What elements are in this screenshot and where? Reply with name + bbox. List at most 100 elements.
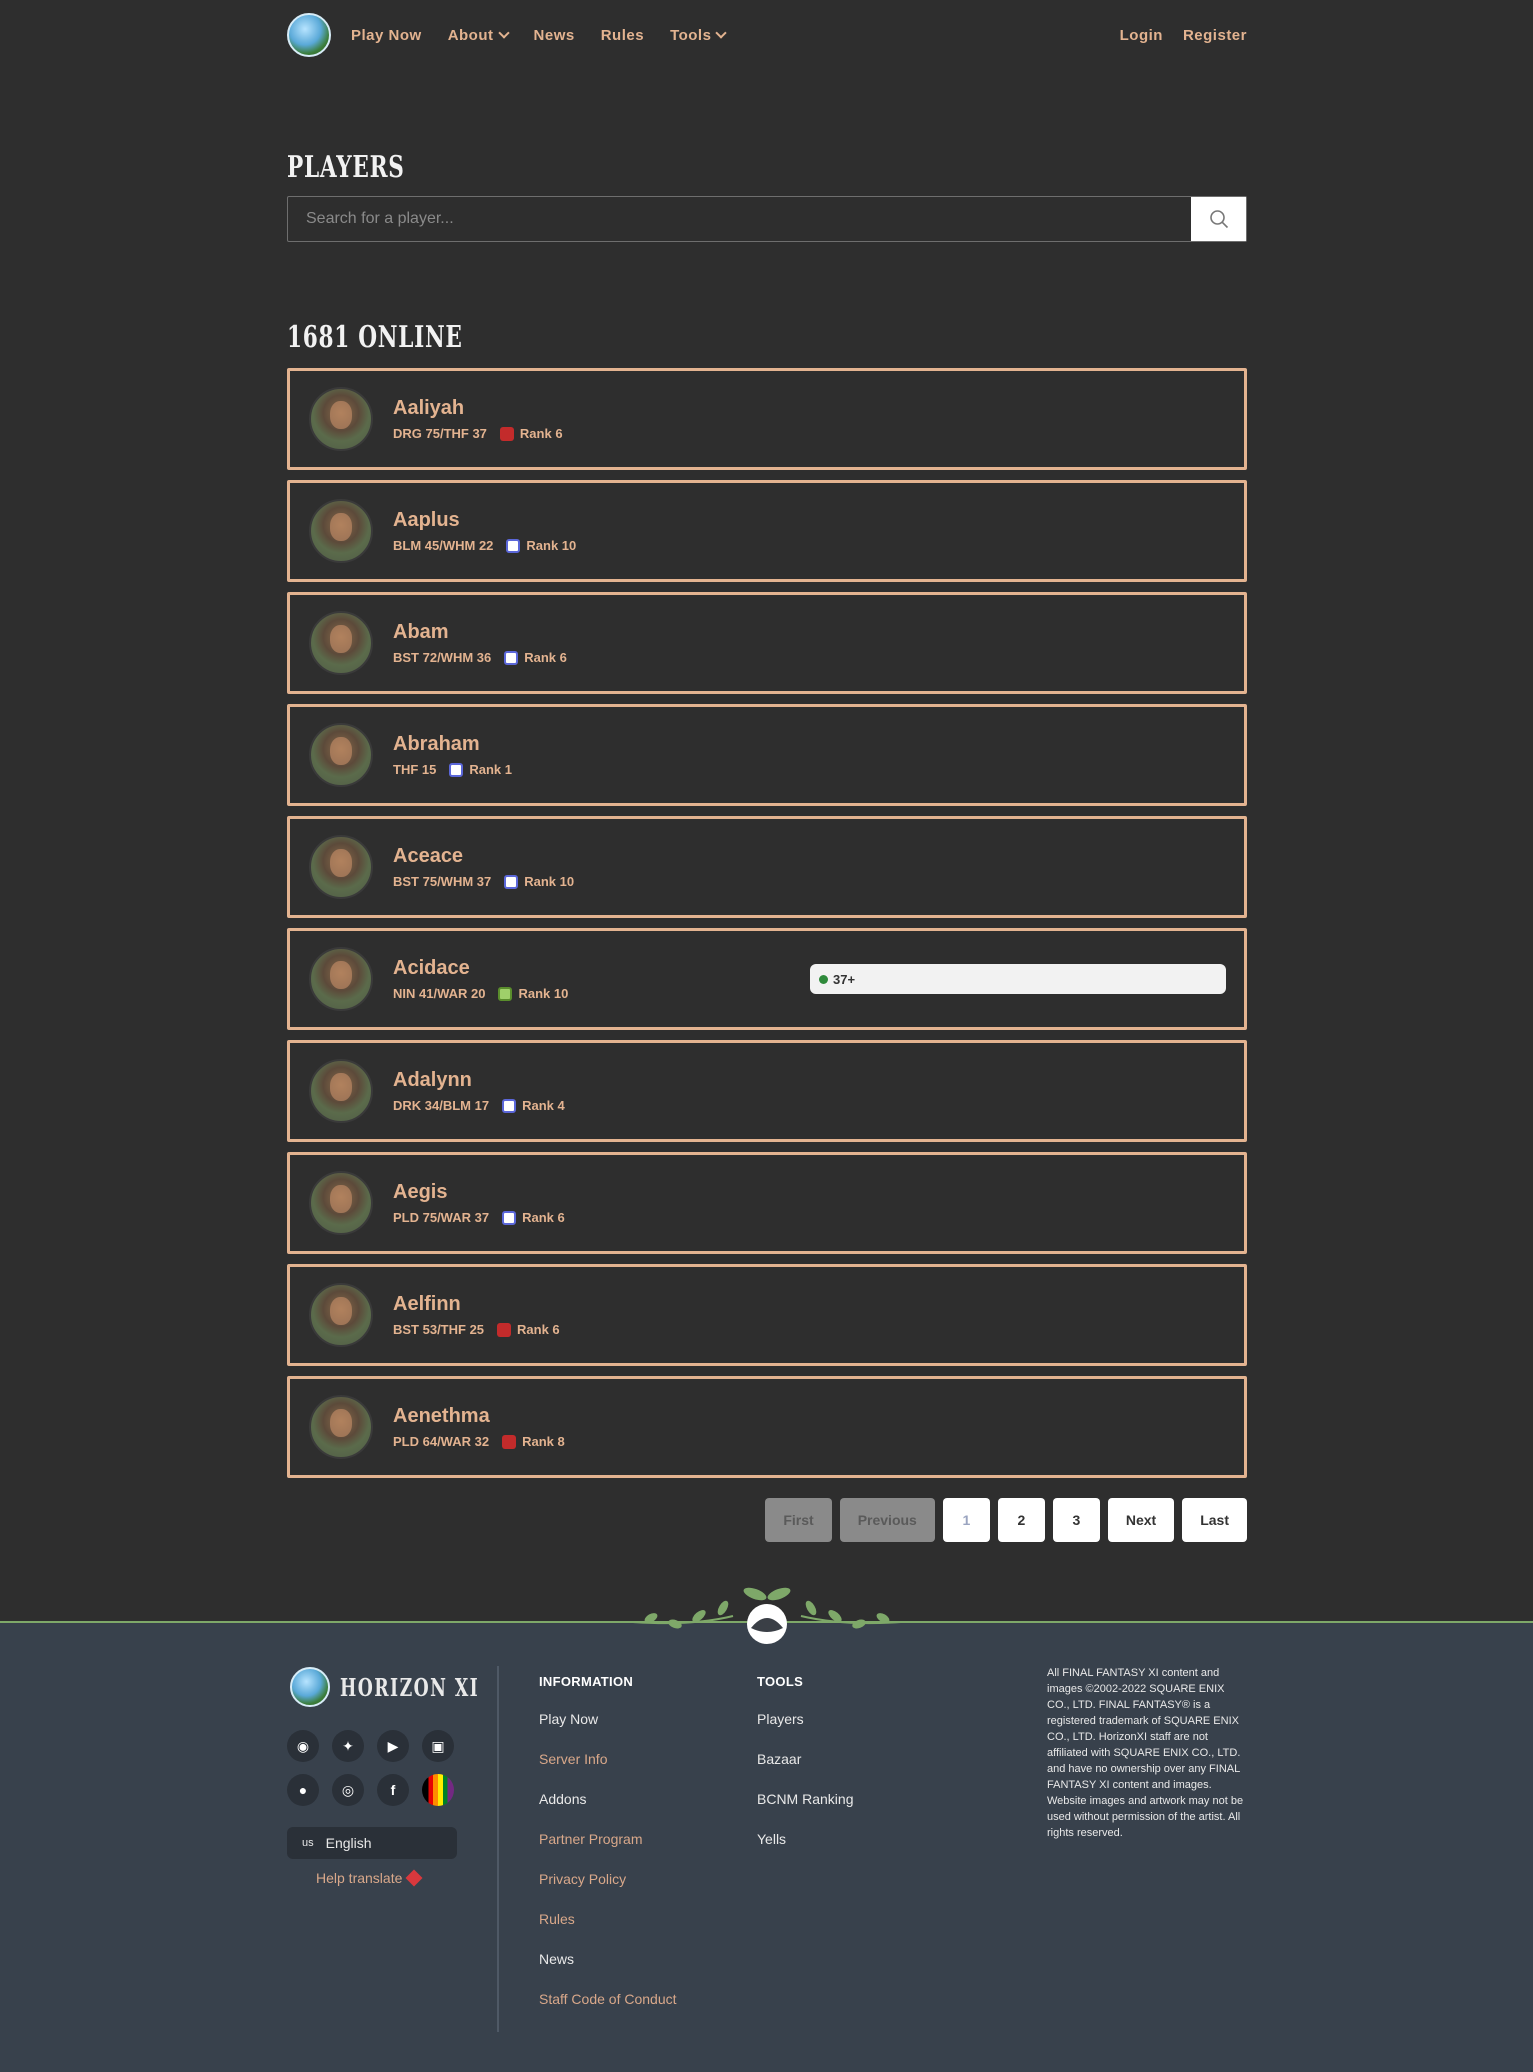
- footer-link-addons[interactable]: Addons: [539, 1791, 677, 1831]
- twitter-link[interactable]: ✦: [332, 1730, 364, 1762]
- facebook-icon: f: [390, 1782, 396, 1798]
- footer-link-rules[interactable]: Rules: [539, 1911, 677, 1951]
- footer-brand-name: HORIZON XI: [340, 1672, 480, 1702]
- register-link[interactable]: Register: [1183, 27, 1247, 44]
- player-jobs: BST 75/WHM 37: [393, 874, 492, 889]
- player-name: Aelfinn: [393, 1293, 461, 1315]
- footer-link-staff-code-of-conduct[interactable]: Staff Code of Conduct: [539, 1991, 677, 2031]
- player-card[interactable]: Abraham THF 15 Rank 1: [287, 704, 1247, 806]
- nation-blue-icon: [502, 1210, 517, 1225]
- language-code: us: [302, 1837, 314, 1849]
- player-card[interactable]: Acidace NIN 41/WAR 20 Rank 10 37+: [287, 928, 1247, 1030]
- player-jobs: DRG 75/THF 37: [393, 426, 487, 441]
- footer-link-players[interactable]: Players: [757, 1711, 853, 1751]
- player-avatar: [309, 1059, 373, 1123]
- language-selector[interactable]: us English: [287, 1827, 457, 1859]
- player-info: Aceace BST 75/WHM 37 Rank 10: [393, 845, 574, 889]
- search-input[interactable]: [288, 197, 1191, 241]
- chevron-down-icon: [715, 27, 728, 39]
- nation-green-icon: [498, 986, 513, 1001]
- page-title: PLAYERS: [287, 150, 405, 185]
- player-name: Acidace: [393, 957, 470, 979]
- player-meta: BST 75/WHM 37 Rank 10: [393, 874, 574, 889]
- player-jobs: PLD 64/WAR 32: [393, 1434, 490, 1449]
- player-meta: DRK 34/BLM 17 Rank 4: [393, 1098, 565, 1113]
- player-avatar: [309, 835, 373, 899]
- player-meta: BLM 45/WHM 22 Rank 10: [393, 538, 576, 553]
- youtube-link[interactable]: ▶: [377, 1730, 409, 1762]
- footer-tools-column: TOOLS Players Bazaar BCNM Ranking Yells: [757, 1674, 853, 1871]
- site-logo[interactable]: [287, 13, 331, 57]
- player-card[interactable]: Aaliyah DRG 75/THF 37 Rank 6: [287, 368, 1247, 470]
- player-meta: BST 53/THF 25 Rank 6: [393, 1322, 560, 1337]
- player-card[interactable]: Adalynn DRK 34/BLM 17 Rank 4: [287, 1040, 1247, 1142]
- player-info: Abraham THF 15 Rank 1: [393, 733, 512, 777]
- player-jobs: BLM 45/WHM 22: [393, 538, 494, 553]
- nation-blue-icon: [506, 538, 521, 553]
- instagram-link[interactable]: ◎: [332, 1774, 364, 1806]
- youtube-icon: ▶: [387, 1737, 399, 1754]
- tools-heading: TOOLS: [757, 1674, 804, 1689]
- help-translate-label: Help translate: [316, 1870, 403, 1886]
- player-card[interactable]: Abam BST 72/WHM 36 Rank 6: [287, 592, 1247, 694]
- player-card[interactable]: Aelfinn BST 53/THF 25 Rank 6: [287, 1264, 1247, 1366]
- player-info: Aegis PLD 75/WAR 37 Rank 6: [393, 1181, 565, 1225]
- footer-link-privacy-policy[interactable]: Privacy Policy: [539, 1871, 677, 1911]
- nav-link-about[interactable]: About: [448, 27, 510, 44]
- social-links: ◉ ✦ ▶ ▣ ● ◎ f: [287, 1730, 457, 1806]
- twitch-link[interactable]: ▣: [422, 1730, 454, 1762]
- nav-link-tools[interactable]: Tools: [670, 27, 728, 44]
- chevron-down-icon: [497, 27, 510, 39]
- first-page-button[interactable]: First: [765, 1498, 832, 1542]
- player-avatar: [309, 1171, 373, 1235]
- login-link[interactable]: Login: [1120, 27, 1163, 44]
- previous-page-button[interactable]: Previous: [839, 1498, 935, 1542]
- player-card[interactable]: Aaplus BLM 45/WHM 22 Rank 10: [287, 480, 1247, 582]
- twitch-icon: ▣: [431, 1737, 445, 1754]
- player-avatar: [309, 723, 373, 787]
- search-button[interactable]: [1191, 197, 1246, 241]
- player-info: Aenethma PLD 64/WAR 32 Rank 8: [393, 1405, 565, 1449]
- last-page-button[interactable]: Last: [1182, 1498, 1247, 1542]
- nav-link-rules[interactable]: Rules: [601, 27, 644, 44]
- pride-flag-link[interactable]: [422, 1774, 454, 1806]
- footer-link-play-now[interactable]: Play Now: [539, 1711, 677, 1751]
- nation-red-icon: [502, 1434, 517, 1449]
- discord-icon: ◉: [296, 1737, 310, 1754]
- activity-label: 37+: [833, 971, 856, 987]
- player-rank: Rank 6: [522, 1210, 565, 1225]
- player-card[interactable]: Aenethma PLD 64/WAR 32 Rank 8: [287, 1376, 1247, 1478]
- discord-link[interactable]: ◉: [287, 1730, 319, 1762]
- help-translate-link[interactable]: Help translate: [316, 1869, 423, 1887]
- nav-link-news[interactable]: News: [534, 27, 575, 44]
- vine-ornament: [633, 1587, 901, 1644]
- footer-link-server-info[interactable]: Server Info: [539, 1751, 677, 1791]
- player-card[interactable]: Aceace BST 75/WHM 37 Rank 10: [287, 816, 1247, 918]
- footer-link-bcnm-ranking[interactable]: BCNM Ranking: [757, 1791, 853, 1831]
- reddit-link[interactable]: ●: [287, 1774, 319, 1806]
- page-2-button[interactable]: 2: [997, 1498, 1045, 1542]
- footer-link-yells[interactable]: Yells: [757, 1831, 853, 1871]
- player-info: Adalynn DRK 34/BLM 17 Rank 4: [393, 1069, 565, 1113]
- player-avatar: [309, 387, 373, 451]
- footer-link-news[interactable]: News: [539, 1951, 677, 1991]
- nav-link-play-now[interactable]: Play Now: [351, 27, 422, 44]
- footer-info-column: INFORMATION Play Now Server Info Addons Par…: [539, 1674, 677, 2031]
- player-name: Abraham: [393, 733, 480, 755]
- footer-link-bazaar[interactable]: Bazaar: [757, 1751, 853, 1791]
- player-avatar: [309, 611, 373, 675]
- facebook-link[interactable]: f: [377, 1774, 409, 1806]
- search-icon: [1209, 210, 1228, 229]
- footer-link-partner-program[interactable]: Partner Program: [539, 1831, 677, 1871]
- page-1-button[interactable]: 1: [942, 1498, 990, 1542]
- player-list: Aaliyah DRG 75/THF 37 Rank 6 Aaplus BLM 45/W…: [287, 368, 1247, 1488]
- page-3-button[interactable]: 3: [1052, 1498, 1100, 1542]
- player-name: Adalynn: [393, 1069, 472, 1091]
- player-card[interactable]: Aegis PLD 75/WAR 37 Rank 6: [287, 1152, 1247, 1254]
- player-name: Aaplus: [393, 509, 460, 531]
- next-page-button[interactable]: Next: [1107, 1498, 1175, 1542]
- player-rank: Rank 8: [522, 1434, 565, 1449]
- online-count-heading: 1681 ONLINE: [287, 320, 463, 355]
- player-jobs: THF 15: [393, 762, 437, 777]
- player-meta: PLD 75/WAR 37 Rank 6: [393, 1210, 565, 1225]
